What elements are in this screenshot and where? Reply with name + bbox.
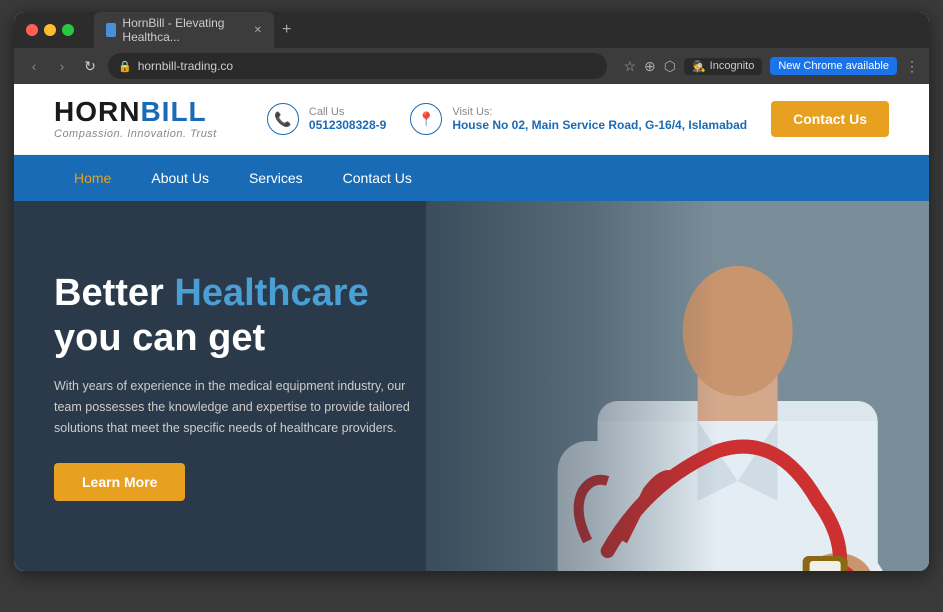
- extension-icon[interactable]: ⬡: [664, 58, 676, 75]
- active-tab[interactable]: HornBill - Elevating Healthca... ✕: [94, 12, 274, 48]
- call-label: Call Us: [309, 106, 386, 118]
- chrome-update-button[interactable]: New Chrome available: [770, 57, 897, 75]
- address-text: House No 02, Main Service Road, G-16/4, …: [452, 118, 747, 132]
- learn-more-button[interactable]: Learn More: [54, 463, 185, 501]
- tab-title: HornBill - Elevating Healthca...: [122, 16, 243, 44]
- contact-us-header-button[interactable]: Contact Us: [771, 101, 889, 137]
- nav-contact[interactable]: Contact Us: [323, 156, 432, 200]
- hero-title-highlight: Healthcare: [174, 272, 368, 314]
- refresh-button[interactable]: ↻: [80, 58, 100, 75]
- maximize-window-button[interactable]: [62, 24, 74, 36]
- logo-tagline: Compassion. Innovation. Trust: [54, 128, 217, 140]
- site-navigation: Home About Us Services Contact Us: [14, 155, 929, 201]
- url-display: hornbill-trading.co: [138, 59, 233, 73]
- logo-bill: BILL: [140, 96, 206, 127]
- tab-favicon: [106, 23, 116, 37]
- back-button[interactable]: ‹: [24, 58, 44, 74]
- hero-title-normal: Better: [54, 272, 174, 314]
- menu-icon[interactable]: ⋮: [905, 58, 919, 75]
- lock-icon: 🔒: [118, 60, 132, 73]
- logo-area: HORNBILL Compassion. Innovation. Trust: [54, 98, 217, 140]
- incognito-badge: 🕵 Incognito: [684, 58, 762, 75]
- browser-actions: ☆ ⊕ ⬡ 🕵 Incognito New Chrome available ⋮: [623, 57, 919, 75]
- hero-title-line2: you can get: [54, 317, 265, 359]
- nav-services[interactable]: Services: [229, 156, 323, 200]
- call-us-item: 📞 Call Us 0512308328-9: [267, 103, 386, 135]
- logo-horn: HORN: [54, 96, 140, 127]
- hero-title: Better Healthcare you can get: [54, 271, 477, 362]
- title-bar: HornBill - Elevating Healthca... ✕ +: [14, 12, 929, 48]
- site-header: HORNBILL Compassion. Innovation. Trust 📞…: [14, 84, 929, 155]
- tab-bar: HornBill - Elevating Healthca... ✕ +: [94, 12, 917, 48]
- new-tab-button[interactable]: +: [282, 21, 291, 39]
- phone-number: 0512308328-9: [309, 118, 386, 132]
- nav-home[interactable]: Home: [54, 156, 131, 200]
- website-content: HORNBILL Compassion. Innovation. Trust 📞…: [14, 84, 929, 571]
- forward-button[interactable]: ›: [52, 58, 72, 74]
- incognito-icon: 🕵: [692, 60, 706, 73]
- browser-window: HornBill - Elevating Healthca... ✕ + ‹ ›…: [14, 12, 929, 571]
- location-icon: 📍: [410, 103, 442, 135]
- header-contact: 📞 Call Us 0512308328-9 📍 Visit Us: House…: [267, 101, 889, 137]
- traffic-lights: [26, 24, 74, 36]
- visit-info: Visit Us: House No 02, Main Service Road…: [452, 106, 747, 132]
- browser-toolbar: ‹ › ↻ 🔒 hornbill-trading.co ☆ ⊕ ⬡ 🕵 Inco…: [14, 48, 929, 84]
- address-bar[interactable]: 🔒 hornbill-trading.co: [108, 53, 607, 79]
- incognito-label: Incognito: [710, 60, 755, 72]
- profile-icon[interactable]: ⊕: [644, 58, 656, 75]
- call-info: Call Us 0512308328-9: [309, 106, 386, 132]
- hero-content: Better Healthcare you can get With years…: [14, 201, 517, 571]
- bookmark-icon[interactable]: ☆: [623, 58, 636, 75]
- logo: HORNBILL: [54, 98, 217, 126]
- tab-close-button[interactable]: ✕: [254, 25, 262, 36]
- nav-about[interactable]: About Us: [131, 156, 229, 200]
- close-window-button[interactable]: [26, 24, 38, 36]
- phone-icon: 📞: [267, 103, 299, 135]
- hero-description: With years of experience in the medical …: [54, 376, 434, 440]
- minimize-window-button[interactable]: [44, 24, 56, 36]
- visit-label: Visit Us:: [452, 106, 747, 118]
- hero-section: Better Healthcare you can get With years…: [14, 201, 929, 571]
- visit-us-item: 📍 Visit Us: House No 02, Main Service Ro…: [410, 103, 747, 135]
- nav-items: Home About Us Services Contact Us: [54, 156, 432, 200]
